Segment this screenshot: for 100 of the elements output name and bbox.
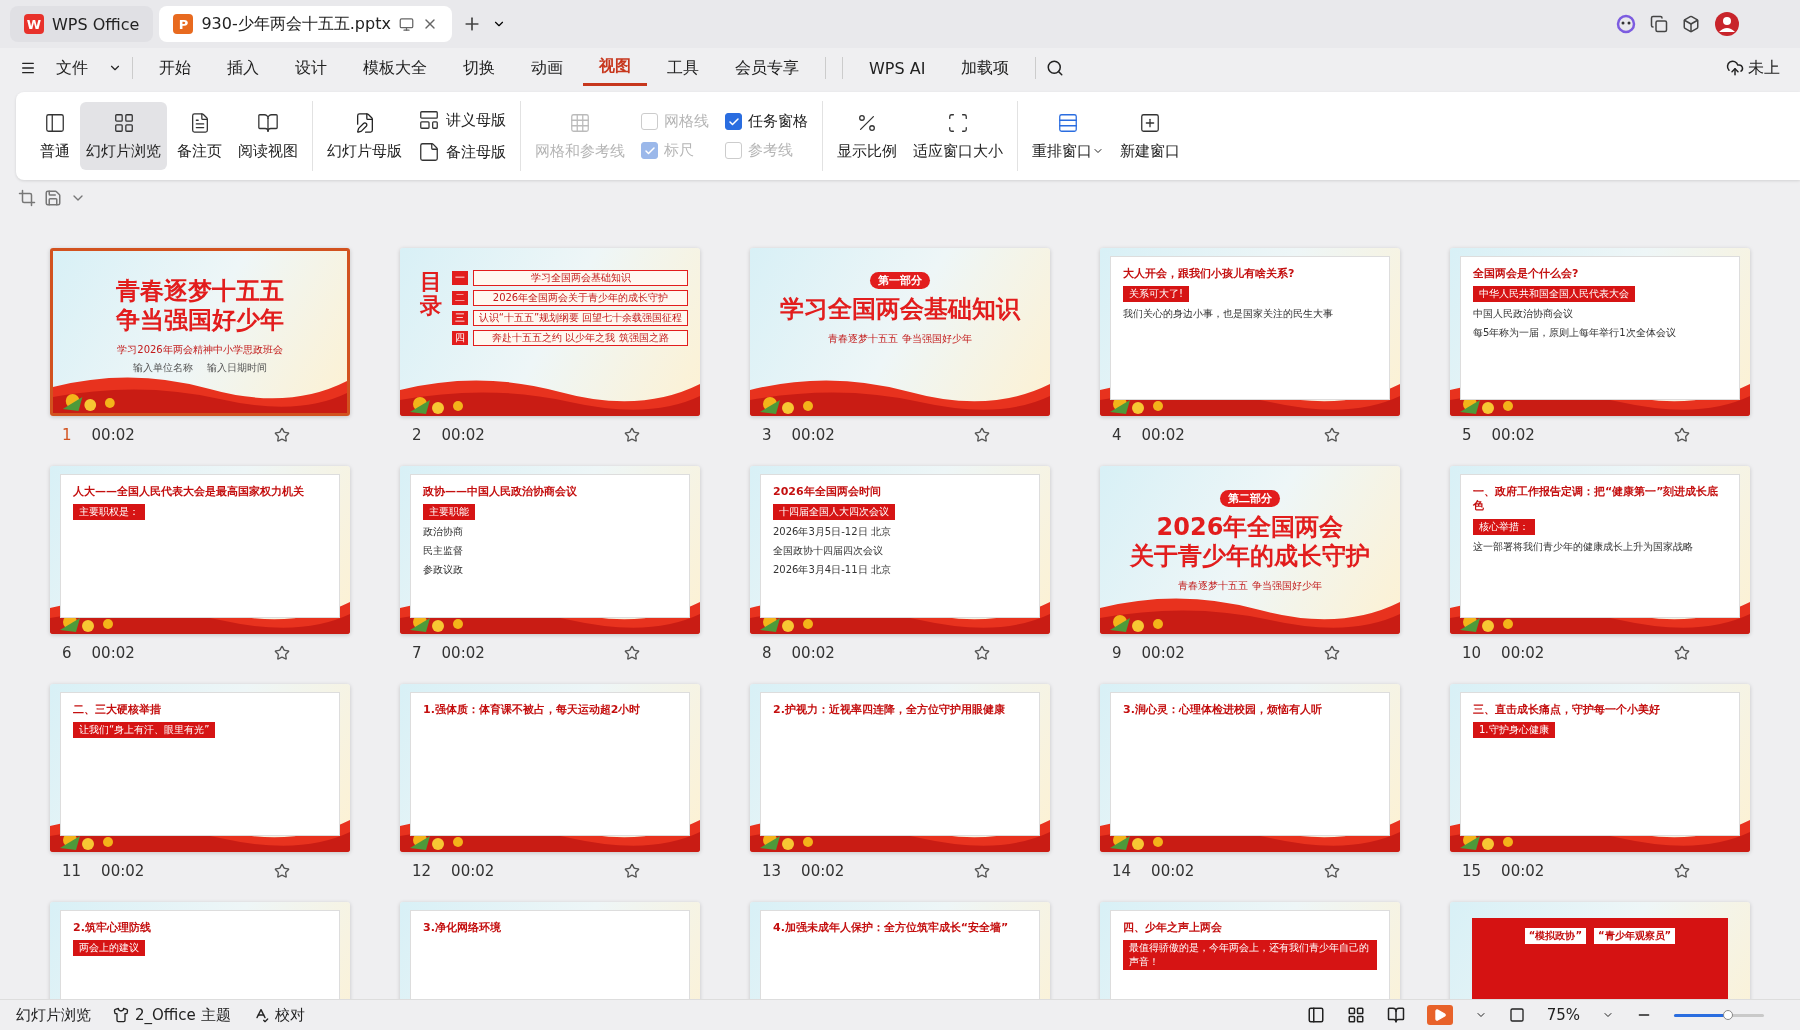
tab[interactable]: P 930-少年两会十五五.pptx [159,6,452,42]
play-button[interactable] [1426,1005,1453,1025]
slide-number: 9 [1112,644,1122,662]
view-button[interactable]: 备注页 [171,102,228,170]
slide-thumbnail[interactable]: 第一部分 学习全国两会基础知识 青春逐梦十五五 争当强国好少年 [750,248,1050,416]
menu-icon[interactable] [20,60,36,76]
view-button[interactable]: 阅读视图 [232,102,304,170]
slide-text: 关系可大了! [1123,286,1189,303]
master-button[interactable]: 讲义母版 [418,109,506,131]
star-icon[interactable] [624,863,640,879]
menu-tab[interactable]: 视图 [583,50,647,86]
star-icon[interactable] [274,427,290,443]
search-icon[interactable] [1046,59,1065,77]
menu-tab[interactable]: 会员专享 [719,51,815,85]
star-icon[interactable] [1674,863,1690,879]
slide-title: 3.润心灵：心理体检进校园，烦恼有人听 [1123,703,1323,718]
slide-thumbnail[interactable]: 3.净化网络环境 [400,902,700,999]
slide-duration: 00:02 [791,644,835,662]
checkbox[interactable]: 任务窗格 [725,112,808,131]
check-icon [727,115,740,128]
slide-number: 11 [62,862,82,880]
proofread-button[interactable]: 校对 [274,1005,305,1025]
menu-tab[interactable]: 工具 [651,51,715,85]
slide-thumbnail[interactable]: 2.筑牢心理防线 两会上的建议 [50,902,350,999]
star-icon[interactable] [1674,427,1690,443]
window-button[interactable]: 重排窗口 [1026,102,1110,170]
window-button[interactable]: 新建窗口 [1114,102,1186,170]
slide-master-button[interactable]: 幻灯片母版 [321,102,408,170]
slide-thumbnail[interactable]: 人大——全国人民代表大会是最高国家权力机关 主要职权是： [50,466,350,634]
slide-thumbnail[interactable]: 4.加强未成年人保护：全方位筑牢成长“安全墙” [750,902,1050,999]
slide-thumbnail[interactable]: 三、直击成长痛点，守护每一个小美好 1.守护身心健康 [1450,684,1750,852]
slide-text: 输入日期时间 [207,360,267,375]
file-menu[interactable]: 文件 [40,51,104,85]
zoom-level[interactable]: 75% [1546,1006,1580,1024]
slide-number: 4 [1112,426,1122,444]
star-icon[interactable] [1324,427,1340,443]
slide-thumbnail[interactable]: 二、三大硬核举措 让我们“身上有汗、眼里有光” [50,684,350,852]
slide-number: 14 [1112,862,1132,880]
slide-thumbnail[interactable]: 3.润心灵：心理体检进校园，烦恼有人听 [1100,684,1400,852]
slide-thumbnail[interactable]: 四、少年之声上两会 最值得骄傲的是，今年两会上，还有我们青少年自己的声音！ [1100,902,1400,999]
view-button[interactable]: 普通 [34,102,76,170]
tab[interactable]: W WPS Office [10,6,154,42]
sorter-view-icon[interactable] [1346,1006,1365,1024]
menu-tab[interactable]: WPS AI [853,52,942,84]
menu-tab[interactable]: 开始 [143,51,207,85]
view-button[interactable]: 幻灯片浏览 [80,102,167,170]
reading-view-icon[interactable] [1386,1006,1405,1024]
slide-text: 2026年3月5日-12日 北京 [773,525,891,540]
upload-status[interactable]: 未上 [1748,57,1780,79]
layout-icon [418,109,440,131]
slider-thumb[interactable] [1723,1009,1733,1020]
slide-thumbnail[interactable]: 1.强体质：体育课不被占，每天运动超2小时 [400,684,700,852]
star-icon[interactable] [624,645,640,661]
zoom-button[interactable]: 适应窗口大小 [907,102,1009,170]
cloud-upload-icon[interactable] [1726,59,1744,77]
menu-tab[interactable]: 切换 [447,51,511,85]
menu-tab[interactable]: 插入 [211,51,275,85]
section-badge: 第二部分 [1220,490,1280,507]
slide-title: 2026年全国两会时间 [773,485,882,500]
slide-thumbnail[interactable]: 青春逐梦十五五 争当强国好少年 学习2026年两会精神中小学思政班会 输入单位名称 输入日期时间 [50,248,350,416]
slide-thumbnail[interactable]: 一、政府工作报告定调：把“健康第一”刻进成长底色 核心举措： 这一部署将我们青少年的健康成长上升为国家战略 [1450,466,1750,634]
fit-window-icon[interactable] [1508,1007,1525,1023]
normal-view-icon[interactable] [1306,1006,1325,1024]
slide-thumbnail[interactable]: 第二部分 2026年全国两会 关于青少年的成长守护 青春逐梦十五五 争当强国好少年 [1100,466,1400,634]
panel-icon [44,111,66,134]
slide-thumbnail[interactable]: 大人开会，跟我们小孩儿有啥关系? 关系可大了! 我们关心的身边小事，也是国家关注的民生大事 [1100,248,1400,416]
star-icon[interactable] [974,645,990,661]
slide-text: 学习全国两会基础知识 [473,270,688,286]
menu-tab[interactable]: 加载项 [945,51,1026,85]
star-icon[interactable] [1324,645,1340,661]
theme-name[interactable]: 2_Office 主题 [135,1005,231,1025]
star-icon[interactable] [1324,863,1340,879]
star-icon[interactable] [974,427,990,443]
menu-tab[interactable]: 模板大全 [347,51,443,85]
master-button[interactable]: 备注母版 [418,141,506,163]
monitor-icon[interactable] [398,16,414,32]
slide-thumbnail[interactable]: 政协——中国人民政治协商会议 主要职能 政治协商 民主监督 参政议政 [400,466,700,634]
star-icon[interactable] [624,427,640,443]
slide-thumbnail[interactable]: 目录 一 学习全国两会基础知识 二 2026年全国两会关于青少年的成长守护 三 认识“十五五”规划纲要 回望七十余载强国征程 四 奔赴十五五之约 以少年之我 筑强国之路 [400,248,700,416]
slide-thumbnail[interactable]: 2026年全国两会时间 十四届全国人大四次会议 2026年3月5日-12日 北京 全国政协十四届四次会议 2026年3月4日-11日 北京 [750,466,1050,634]
zoom-button[interactable]: 显示比例 [831,102,903,170]
slide-title: 一、政府工作报告定调：把“健康第一”刻进成长底色 [1473,485,1720,514]
slide-text: 让我们“身上有汗、眼里有光” [73,722,216,739]
crop-icon[interactable] [18,189,36,207]
slide-thumbnail[interactable]: 2.护视力：近视率四连降，全方位守护用眼健康 [750,684,1050,852]
check-icon [643,144,656,157]
save-icon[interactable] [44,189,62,207]
menu-tab[interactable]: 动画 [515,51,579,85]
slide-thumbnail[interactable]: 全国两会是个什么会? 中华人民共和国全国人民代表大会 中国人民政治协商会议 每5年称为一届，原则上每年举行1次全体会议 [1450,248,1750,416]
zoom-slider[interactable] [1674,1013,1764,1017]
star-icon[interactable] [1674,645,1690,661]
slide-text: 这一部署将我们青少年的健康成长上升为国家战略 [1473,539,1693,554]
star-icon[interactable] [274,863,290,879]
star-icon[interactable] [274,645,290,661]
slide-title: 政协——中国人民政治协商会议 [423,485,578,500]
slide-text: 十四届全国人大四次会议 [773,504,895,521]
slide-number: 2 [412,426,422,444]
star-icon[interactable] [974,863,990,879]
menu-tab[interactable]: 设计 [279,51,343,85]
slide-thumbnail[interactable]: “模拟政协” “青少年观察员” [1450,902,1750,999]
